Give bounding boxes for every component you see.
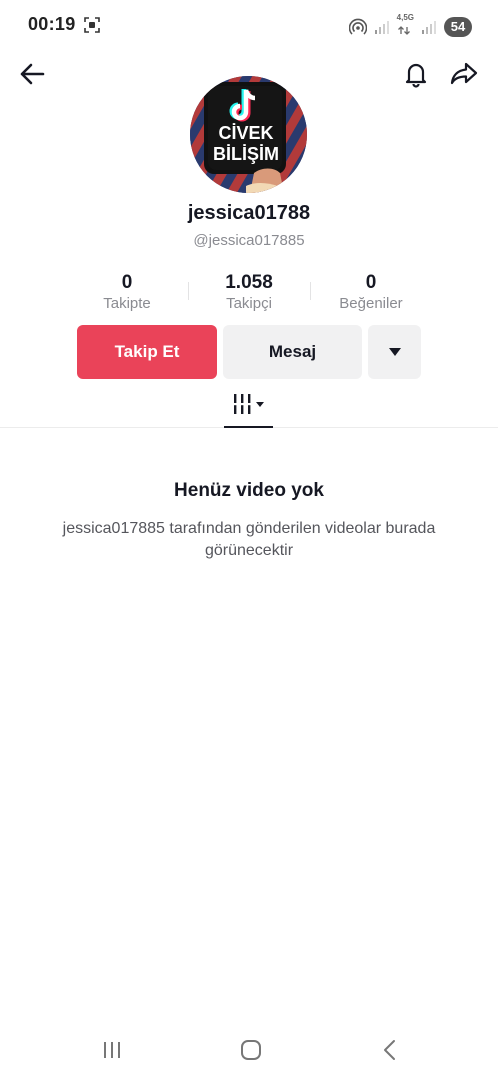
system-nav-bar <box>0 1030 498 1070</box>
chevron-left-icon <box>384 1040 395 1060</box>
profile-actions: Takip Et Mesaj <box>0 325 498 379</box>
stat-likes-label: Beğeniler <box>339 295 403 312</box>
stat-following[interactable]: 0 Takipte <box>67 272 187 314</box>
username: jessica01788 <box>187 202 311 224</box>
status-bar: 00:19 4,5G 54 <box>0 0 498 52</box>
stat-following-label: Takipte <box>103 295 151 312</box>
arrow-left-icon <box>20 63 45 85</box>
home-button[interactable] <box>239 1038 263 1062</box>
handle: @jessica017885 <box>193 232 305 249</box>
stat-followers[interactable]: 1.058 Takipçi <box>189 272 309 314</box>
recent-apps-button[interactable] <box>100 1038 124 1062</box>
signal-icon-2 <box>422 21 436 34</box>
bell-icon <box>405 63 427 88</box>
profile-stats: 0 Takipte 1.058 Takipçi 0 Beğeniler <box>0 272 498 316</box>
stat-likes[interactable]: 0 Beğeniler <box>311 272 431 314</box>
status-right: 4,5G 54 <box>348 14 472 40</box>
home-icon <box>241 1040 261 1060</box>
recent-apps-icon <box>104 1042 120 1058</box>
stat-followers-label: Takipçi <box>226 295 272 312</box>
hotspot-icon <box>348 18 367 35</box>
notification-button[interactable] <box>398 56 434 92</box>
grid-bars-icon <box>231 394 264 414</box>
follow-button[interactable]: Takip Et <box>77 325 217 379</box>
empty-state-description: jessica017885 tarafından gönderilen vide… <box>62 520 436 559</box>
tab-indicator <box>224 426 273 428</box>
avatar-text-line1: CİVEK <box>218 123 273 143</box>
message-button[interactable]: Mesaj <box>223 325 362 379</box>
tab-videos[interactable] <box>224 390 273 428</box>
suggested-accounts-button[interactable] <box>368 325 421 379</box>
stat-followers-value: 1.058 <box>225 272 273 293</box>
stat-following-value: 0 <box>121 272 133 293</box>
screenshot-icon <box>84 17 100 33</box>
battery-badge: 54 <box>444 17 472 37</box>
back-button[interactable] <box>14 56 50 92</box>
content-tabs <box>0 390 498 428</box>
share-button[interactable] <box>446 56 482 92</box>
empty-state-title: Henüz video yok <box>174 480 324 501</box>
system-back-button[interactable] <box>378 1038 402 1062</box>
avatar-image: CİVEK BİLİŞİM <box>190 76 307 193</box>
avatar[interactable]: CİVEK BİLİŞİM <box>190 76 307 193</box>
avatar-text-line2: BİLİŞİM <box>213 144 279 164</box>
signal-icon <box>374 21 389 34</box>
stat-likes-value: 0 <box>365 272 377 293</box>
share-icon <box>450 62 478 85</box>
triangle-down-icon <box>388 348 401 356</box>
network-label: 4,5G <box>396 13 414 22</box>
network-indicator: 4,5G <box>397 14 414 40</box>
status-time: 00:19 <box>28 14 76 34</box>
data-arrows-icon <box>397 26 410 35</box>
